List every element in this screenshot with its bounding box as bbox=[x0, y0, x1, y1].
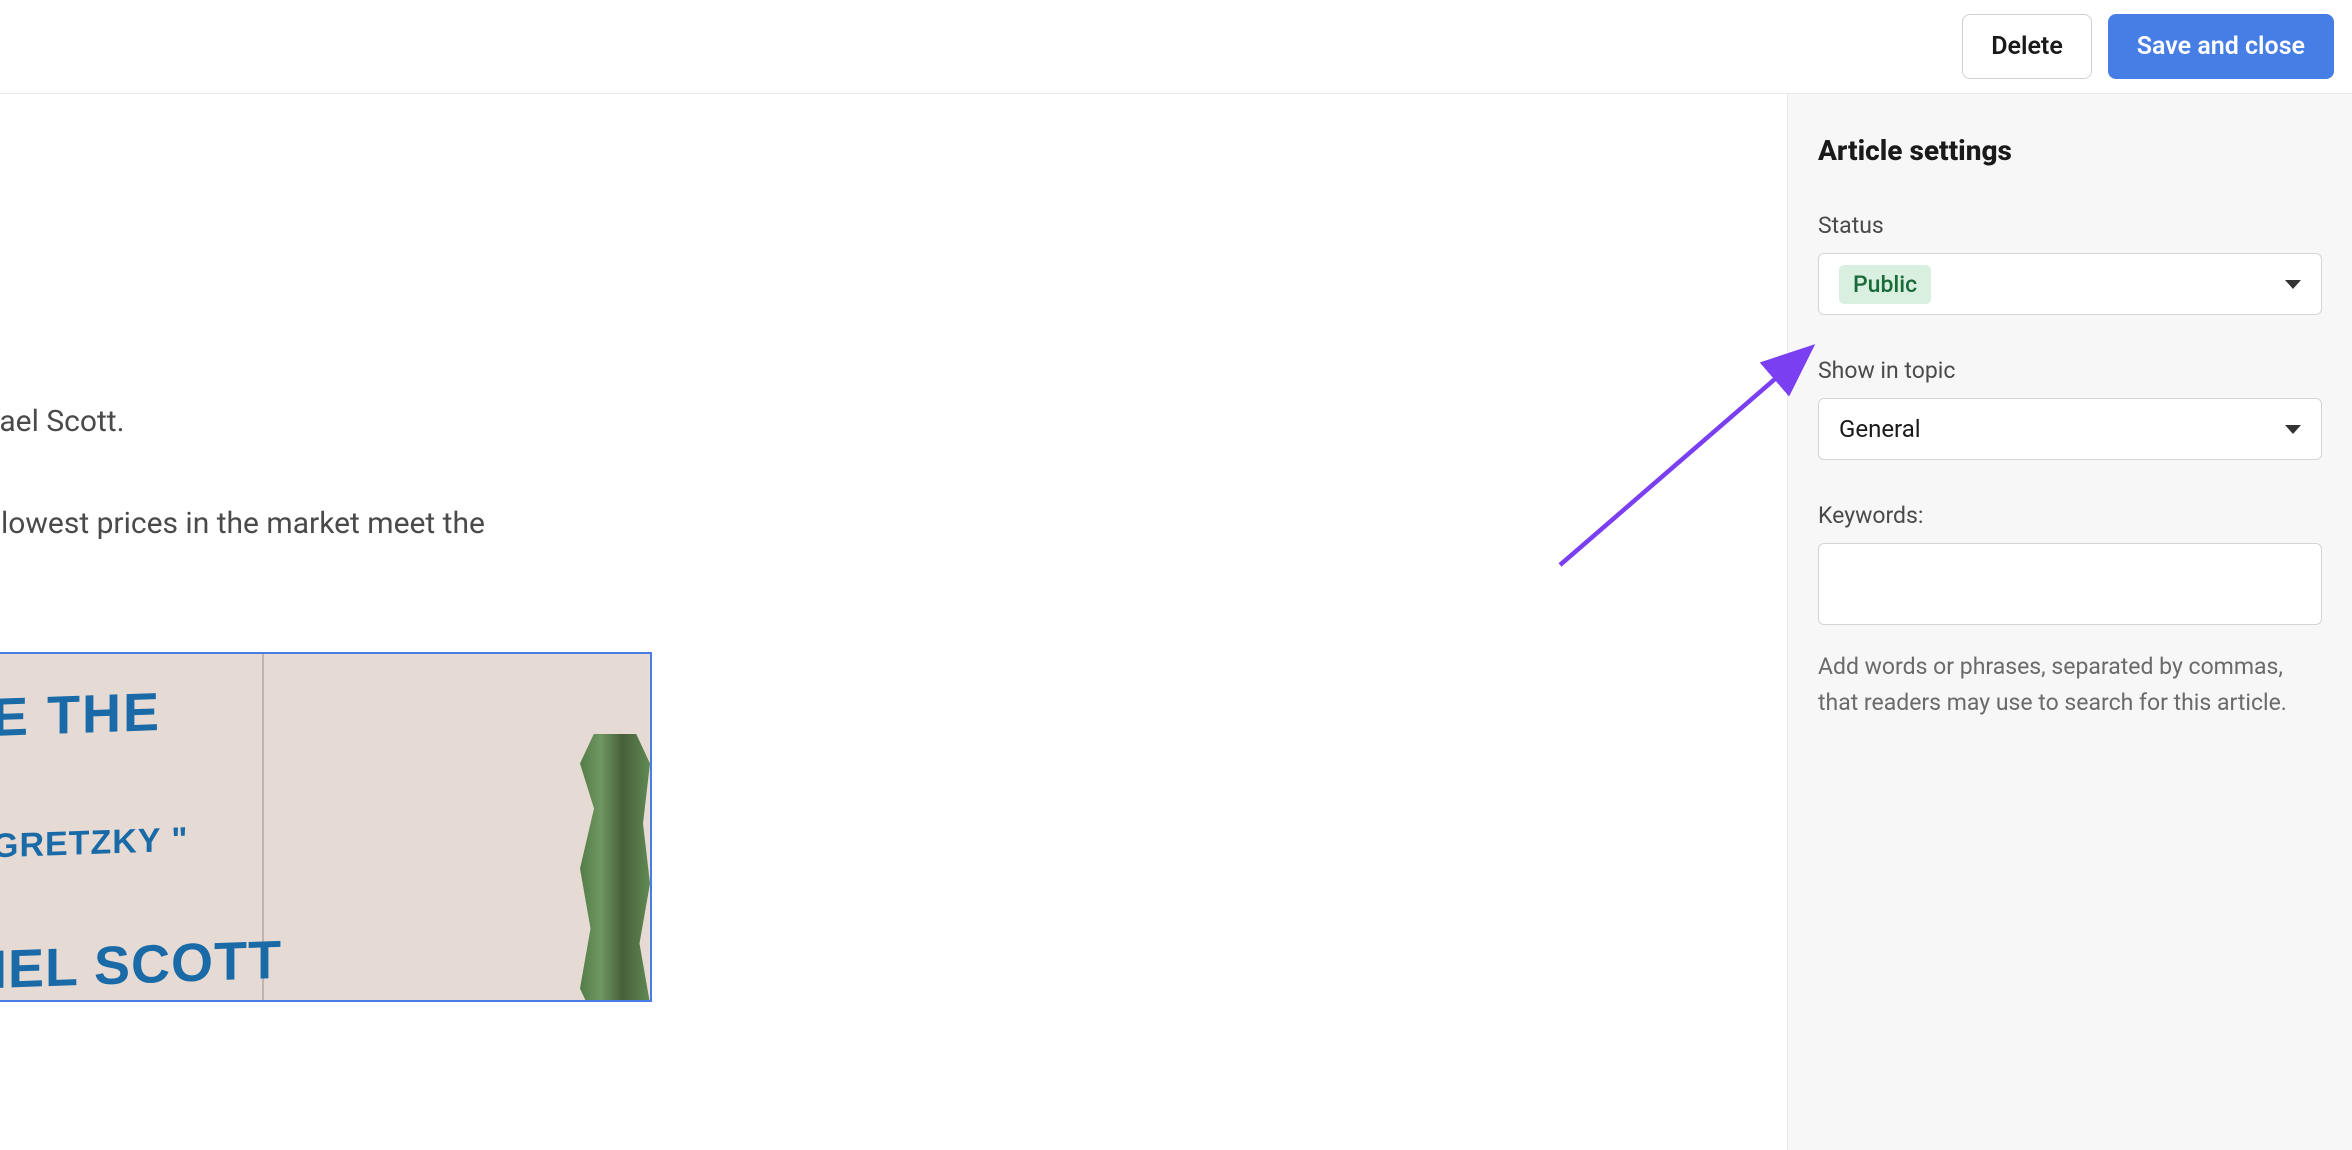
status-badge: Public bbox=[1839, 265, 1931, 304]
keywords-field: Keywords: Add words or phrases, separate… bbox=[1818, 502, 2322, 720]
topic-label: Show in topic bbox=[1818, 357, 2322, 384]
keywords-label: Keywords: bbox=[1818, 502, 2322, 529]
status-label: Status bbox=[1818, 212, 2322, 239]
keywords-helper-text: Add words or phrases, separated by comma… bbox=[1818, 649, 2322, 720]
keywords-input[interactable] bbox=[1818, 543, 2322, 625]
editor-toolbar: Delete Save and close bbox=[0, 0, 2352, 94]
chevron-down-icon bbox=[2285, 425, 2301, 434]
article-body-line: el Scott guarantee. bbox=[0, 545, 1787, 589]
sidebar-title: Article settings bbox=[1818, 134, 2322, 167]
topic-field: Show in topic General bbox=[1818, 357, 2322, 460]
article-body-line: mpany you will deal with! Here, the lowe… bbox=[0, 502, 1787, 546]
article-settings-panel: Article settings Status Public Show in t… bbox=[1787, 94, 2352, 1150]
editor-layout: aper Company u don't take. —Wayne Gretzk… bbox=[0, 94, 2352, 1150]
chevron-down-icon bbox=[2285, 280, 2301, 289]
article-body-line: u don't take. —Wayne Gretzky" —Michael S… bbox=[0, 400, 1787, 444]
image-plant bbox=[580, 734, 650, 1002]
save-and-close-button[interactable]: Save and close bbox=[2108, 14, 2334, 79]
status-field: Status Public bbox=[1818, 212, 2322, 315]
whiteboard-text: E THE bbox=[0, 681, 161, 749]
whiteboard-text: GRETZKY " bbox=[0, 820, 188, 866]
article-image-selected[interactable]: E THE GRETZKY " IEL SCOTT bbox=[0, 652, 652, 1002]
delete-button[interactable]: Delete bbox=[1962, 14, 2092, 79]
status-select[interactable]: Public bbox=[1818, 253, 2322, 315]
image-content: E THE GRETZKY " IEL SCOTT bbox=[0, 654, 650, 1000]
whiteboard-text: IEL SCOTT bbox=[0, 928, 282, 1000]
topic-select[interactable]: General bbox=[1818, 398, 2322, 460]
article-title[interactable]: aper Company bbox=[0, 184, 1787, 245]
topic-value: General bbox=[1839, 415, 1921, 443]
article-editor: aper Company u don't take. —Wayne Gretzk… bbox=[0, 94, 1787, 1150]
article-body[interactable]: u don't take. —Wayne Gretzky" —Michael S… bbox=[0, 400, 1787, 589]
